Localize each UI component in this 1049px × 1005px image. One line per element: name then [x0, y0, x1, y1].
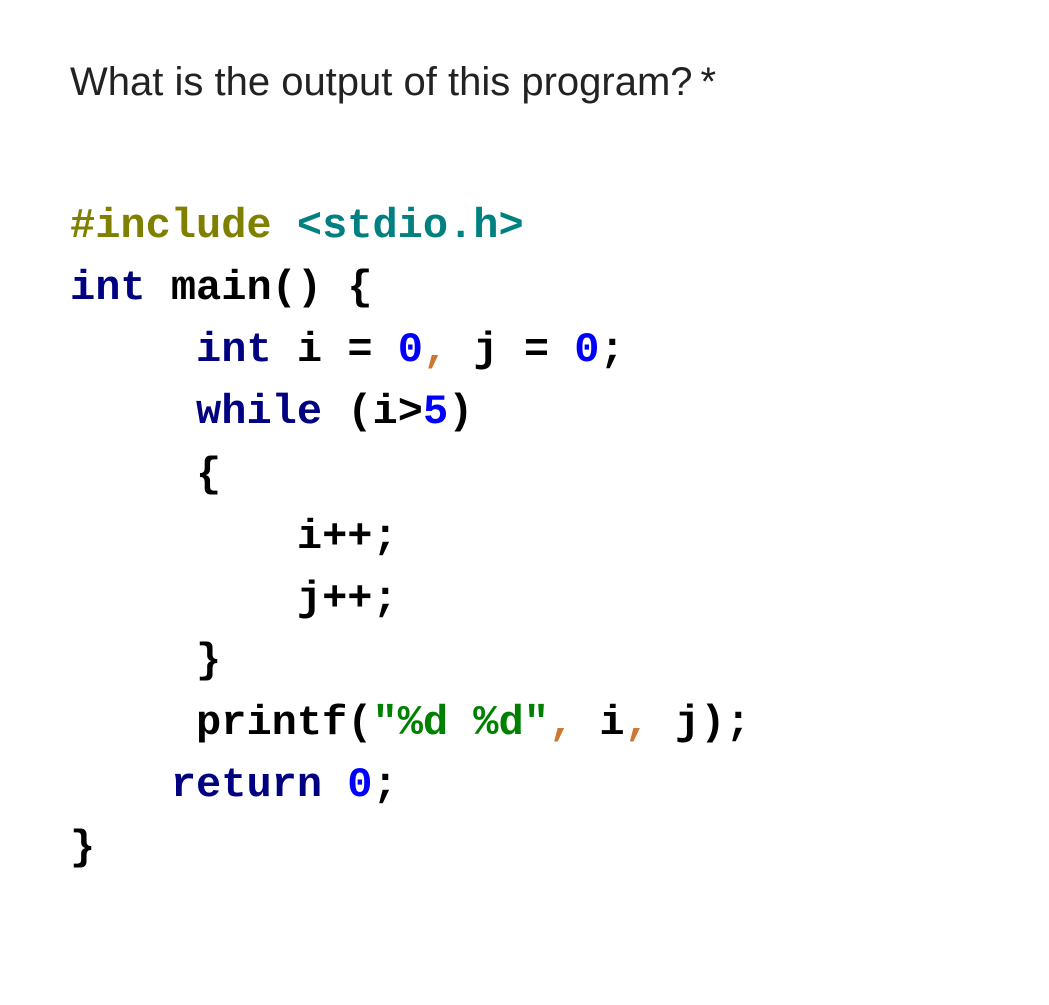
required-asterisk: *	[701, 60, 717, 104]
code-line-1: #include <stdio.h>	[70, 202, 524, 250]
code-line-11: }	[70, 824, 95, 872]
code-line-6: i++;	[70, 513, 398, 561]
code-line-4: while (i>5)	[70, 388, 473, 436]
code-line-9: printf("%d %d", i, j);	[70, 699, 751, 747]
code-line-2: int main() {	[70, 264, 373, 312]
code-line-3: int i = 0, j = 0;	[70, 326, 625, 374]
code-block: #include <stdio.h> int main() { int i = …	[70, 195, 979, 879]
code-line-8: }	[70, 637, 221, 685]
question-label: What is the output of this program?	[70, 60, 693, 104]
code-line-10: return 0;	[70, 761, 398, 809]
code-line-7: j++;	[70, 575, 398, 623]
code-line-5: {	[70, 451, 221, 499]
question-text: What is the output of this program?*	[70, 60, 979, 105]
